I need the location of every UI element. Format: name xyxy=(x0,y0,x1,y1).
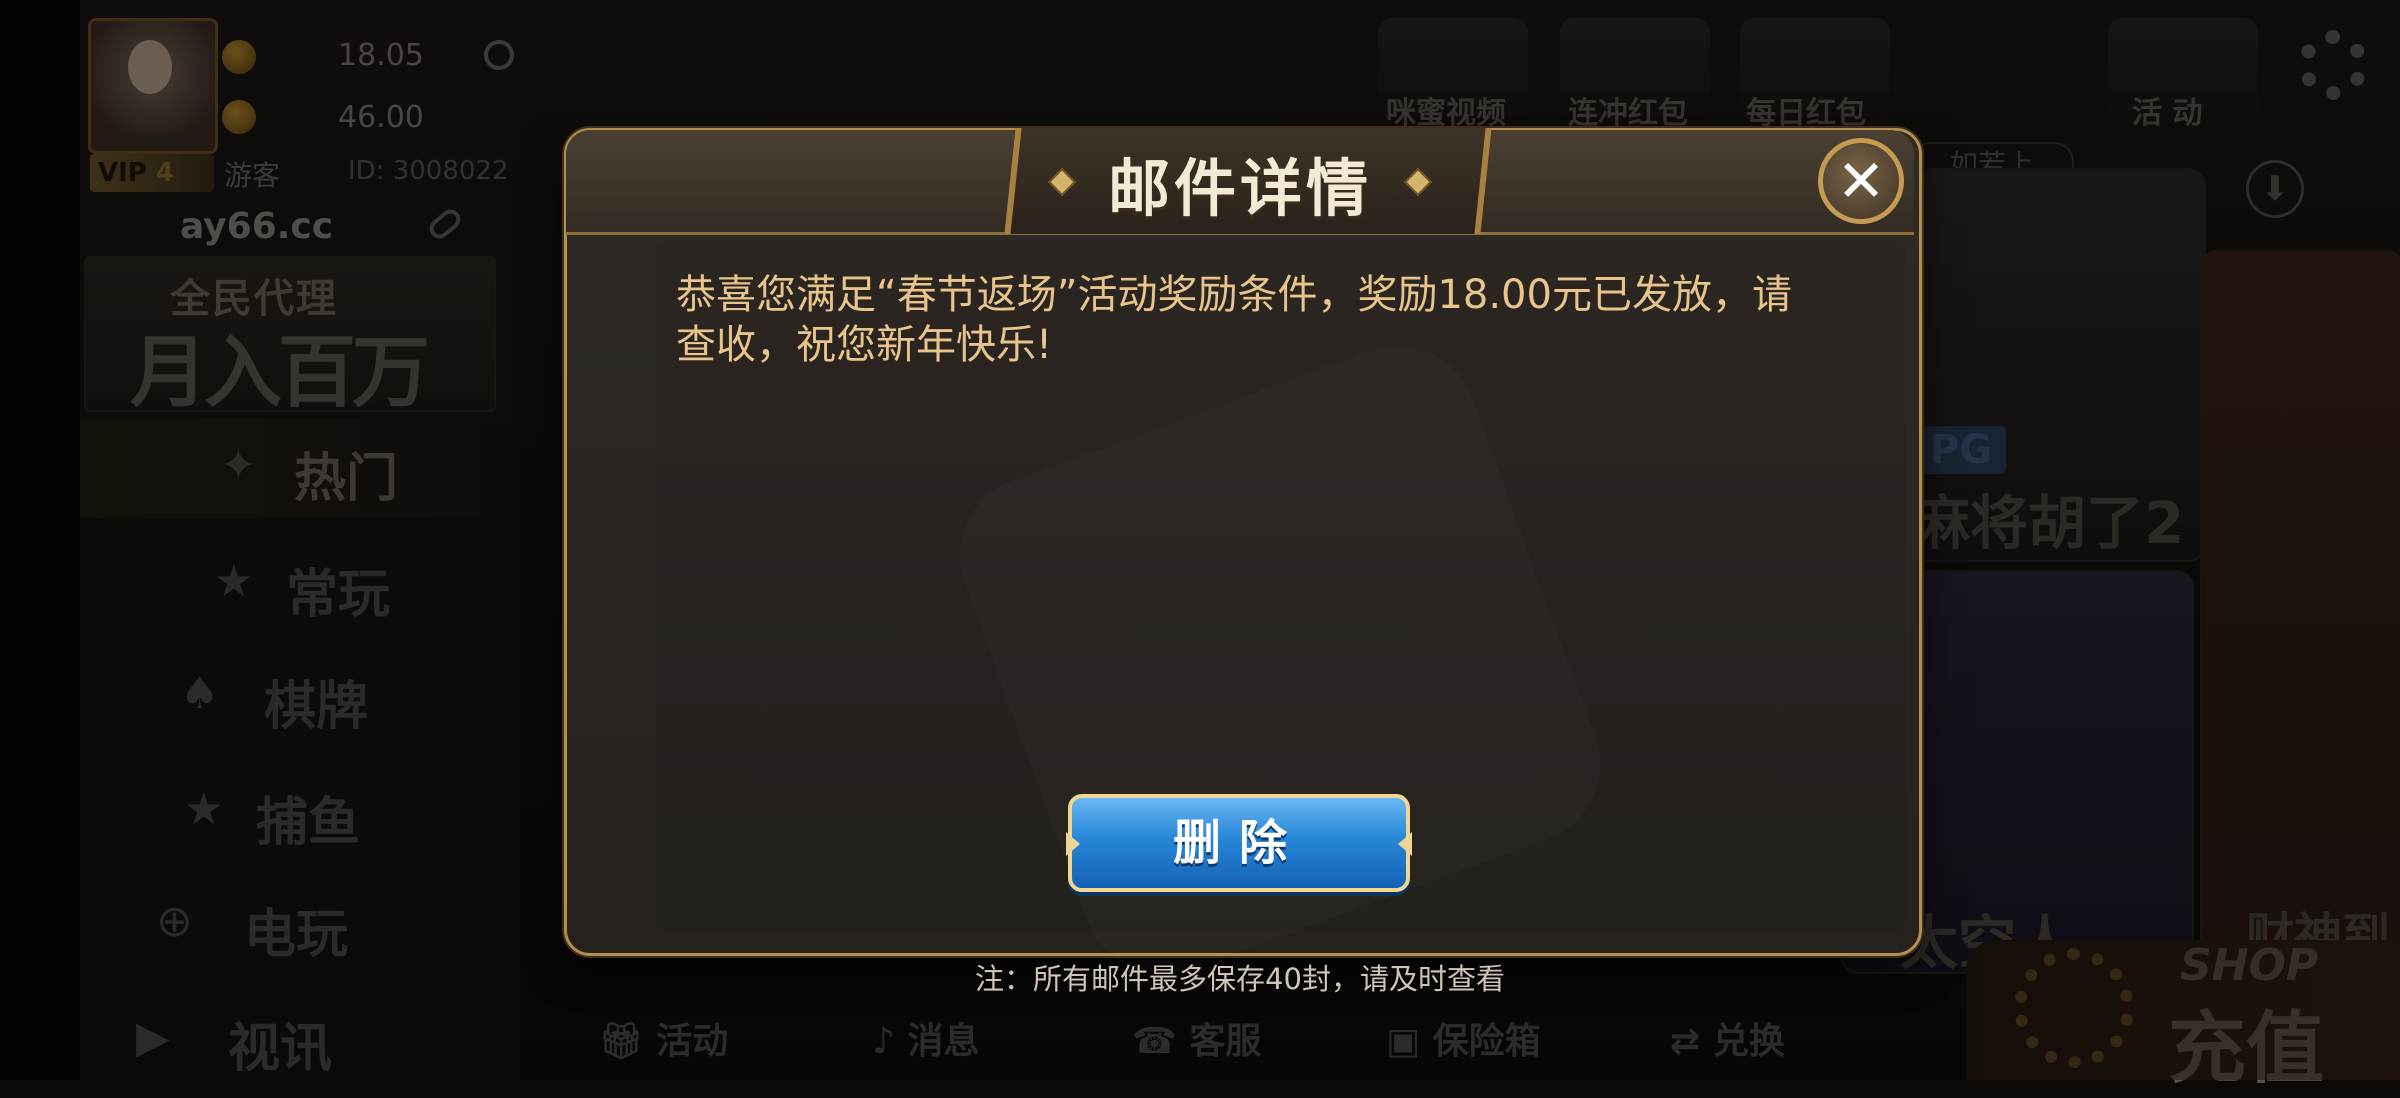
close-button[interactable]: ✕ xyxy=(1818,138,1904,224)
delete-button-label: 删除 xyxy=(1172,815,1305,871)
arrow-right-icon xyxy=(1398,832,1412,856)
close-icon: ✕ xyxy=(1836,147,1886,215)
dialog-title: 邮件详情 xyxy=(1107,152,1372,225)
mail-body-text: 恭喜您满足“春节返场”活动奖励条件，奖励18.00元已发放，请查收，祝您新年快乐… xyxy=(676,272,1792,368)
delete-button[interactable]: 删除 xyxy=(1066,794,1412,892)
mail-note: 注：所有邮件最多保存40封，请及时查看 xyxy=(975,962,1505,996)
